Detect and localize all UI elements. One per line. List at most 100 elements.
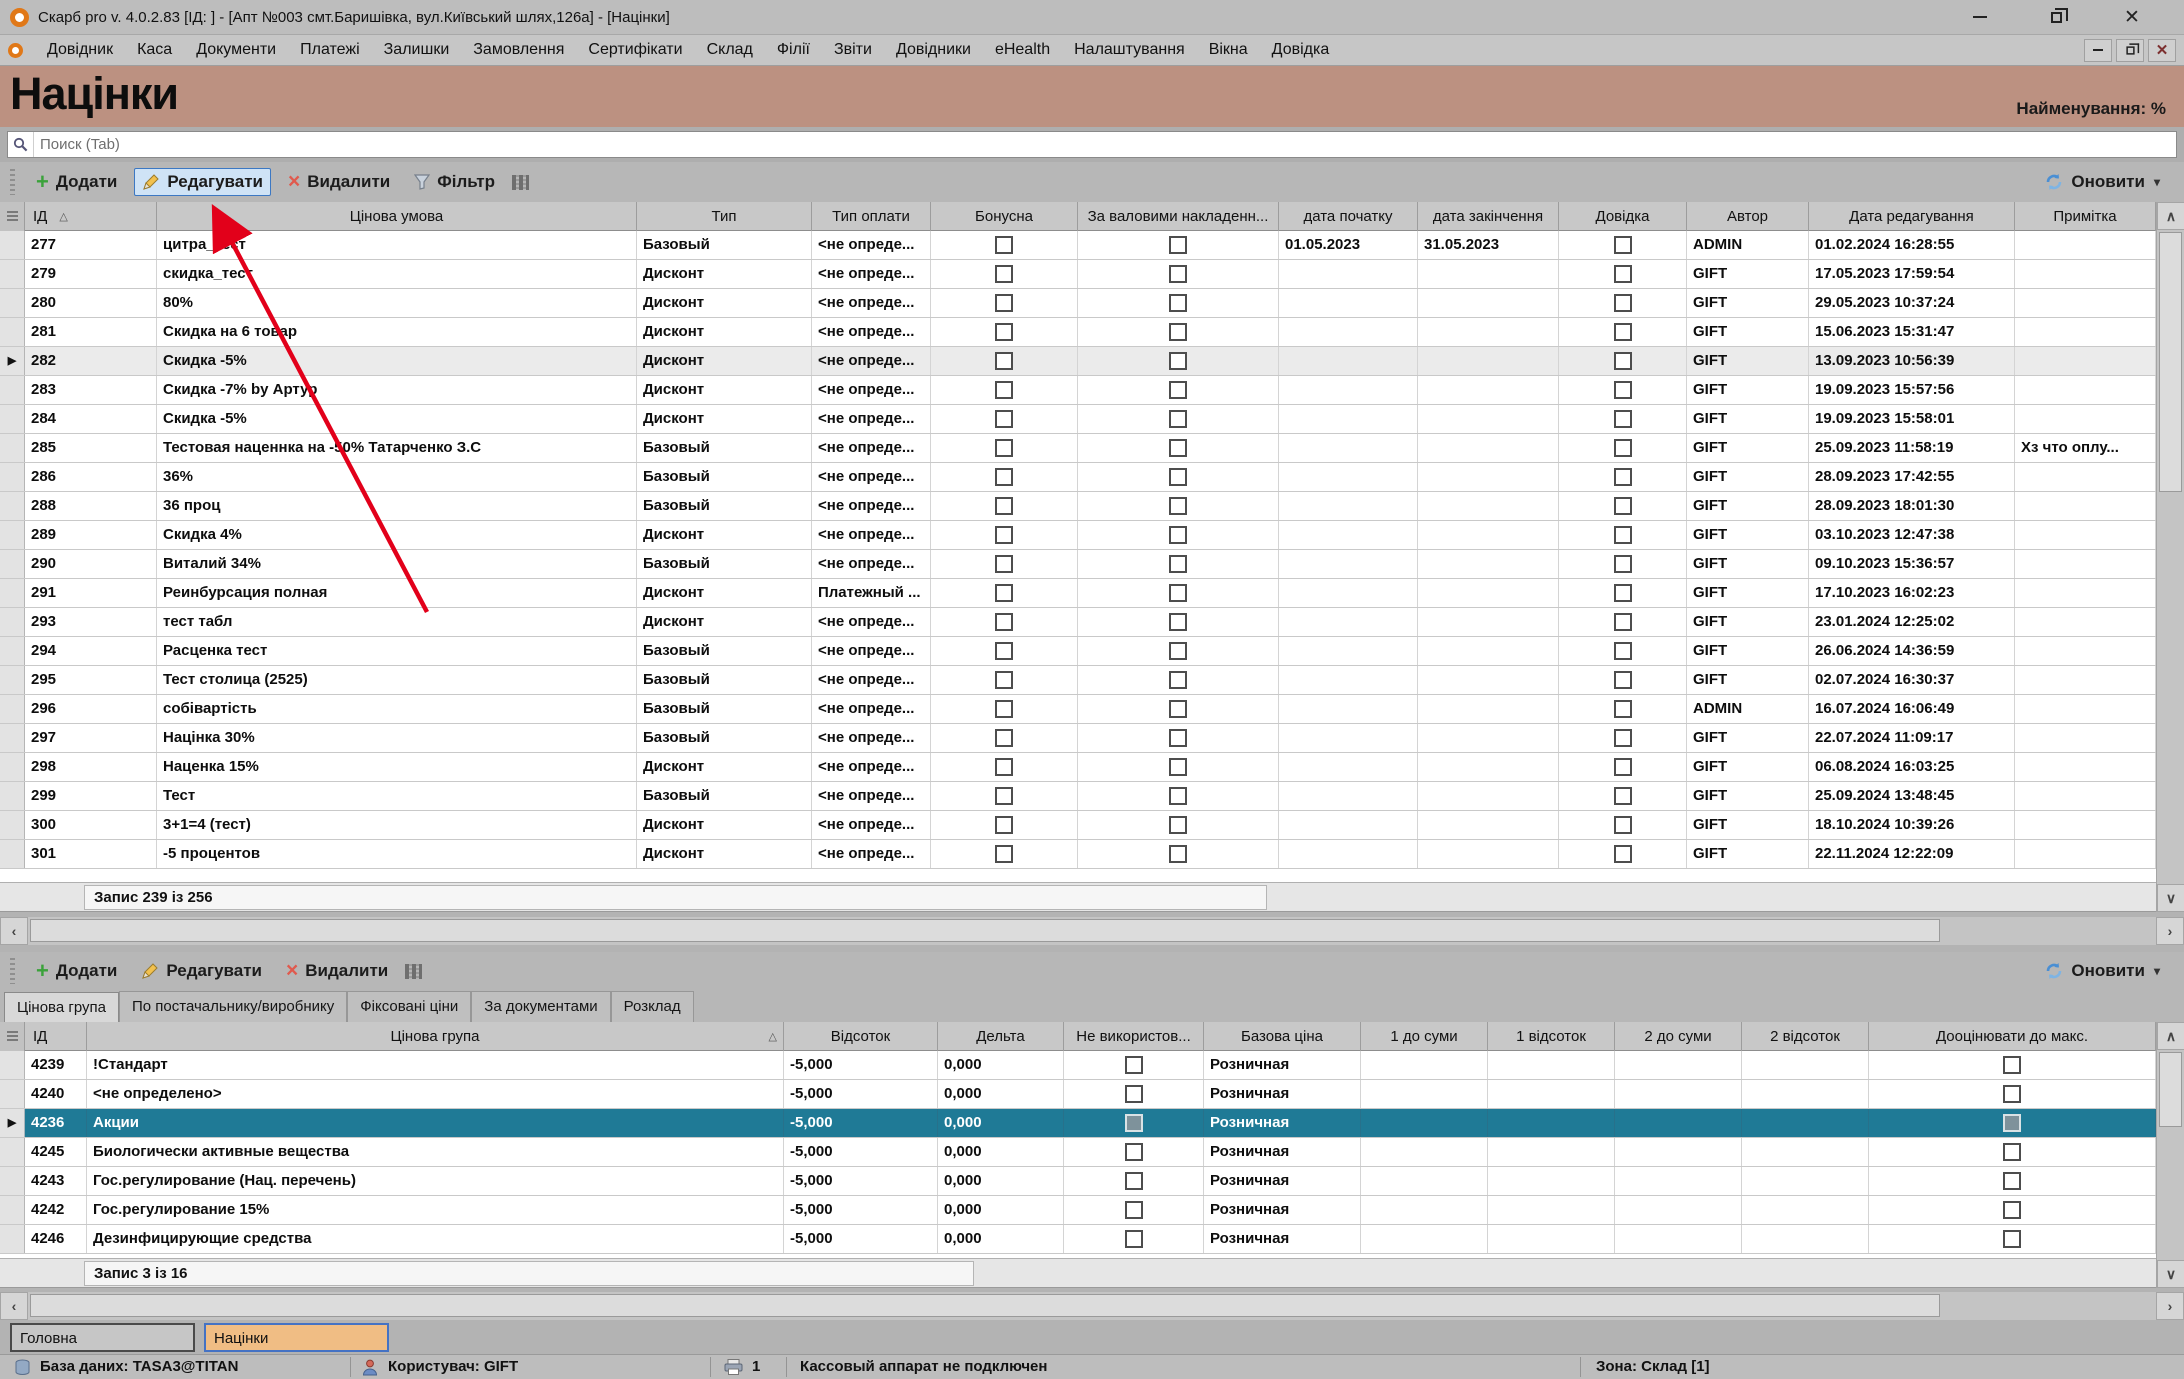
help-checkbox[interactable] — [1614, 787, 1632, 805]
table-row[interactable]: 297Націнка 30%Базовый<не опреде...GIFT22… — [0, 724, 2156, 753]
max-checkbox[interactable] — [2003, 1230, 2021, 1248]
column-header-sum1[interactable]: 1 до суми — [1361, 1022, 1488, 1051]
table-row[interactable]: 4246Дезинфицирующие средства-5,0000,000Р… — [0, 1225, 2156, 1254]
bonus-checkbox[interactable] — [995, 410, 1013, 428]
help-checkbox[interactable] — [1614, 352, 1632, 370]
gross-checkbox[interactable] — [1169, 294, 1187, 312]
bonus-checkbox[interactable] — [995, 816, 1013, 834]
close-button[interactable]: ✕ — [2120, 7, 2144, 27]
bonus-checkbox[interactable] — [995, 584, 1013, 602]
not_used-checkbox[interactable] — [1125, 1172, 1143, 1190]
table-row[interactable]: 294Расценка тестБазовый<не опреде...GIFT… — [0, 637, 2156, 666]
help-checkbox[interactable] — [1614, 671, 1632, 689]
menu-item[interactable]: eHealth — [983, 37, 1062, 63]
column-header-edited[interactable]: Дата редагування — [1809, 202, 2015, 231]
table-row[interactable]: 285Тестовая наценнка на -50% Татарченко … — [0, 434, 2156, 463]
minimize-button[interactable] — [1968, 7, 1992, 27]
menu-item[interactable]: Замовлення — [461, 37, 576, 63]
scroll-right-icon[interactable]: › — [2156, 917, 2184, 945]
gross-checkbox[interactable] — [1169, 642, 1187, 660]
bonus-checkbox[interactable] — [995, 265, 1013, 283]
gross-checkbox[interactable] — [1169, 468, 1187, 486]
menu-item[interactable]: Довідник — [35, 37, 125, 63]
max-checkbox[interactable] — [2003, 1201, 2021, 1219]
not_used-checkbox[interactable] — [1125, 1114, 1143, 1132]
help-checkbox[interactable] — [1614, 613, 1632, 631]
table-row[interactable]: 277цитра_тестБазовый<не опреде...01.05.2… — [0, 231, 2156, 260]
detail-delete-button[interactable]: × Видалити — [279, 958, 395, 984]
column-header-author[interactable]: Автор — [1687, 202, 1809, 231]
table-row[interactable]: 295Тест столица (2525)Базовый<не опреде.… — [0, 666, 2156, 695]
bonus-checkbox[interactable] — [995, 700, 1013, 718]
column-chooser-icon[interactable] — [512, 175, 529, 190]
tab-item[interactable]: За документами — [471, 991, 610, 1022]
table-row[interactable]: 279скидка_тестДисконт<не опреде...GIFT17… — [0, 260, 2156, 289]
menu-item[interactable]: Довідники — [884, 37, 983, 63]
table-row[interactable]: 4239!Стандарт-5,0000,000Розничная — [0, 1051, 2156, 1080]
bottom-vscroll-thumb[interactable] — [2159, 1052, 2182, 1127]
table-row[interactable]: 289Скидка 4%Дисконт<не опреде...GIFT03.1… — [0, 521, 2156, 550]
gross-checkbox[interactable] — [1169, 845, 1187, 863]
menu-item[interactable]: Сертифікати — [576, 37, 694, 63]
menu-item[interactable]: Залишки — [372, 37, 462, 63]
gross-checkbox[interactable] — [1169, 323, 1187, 341]
table-row[interactable]: 28636%Базовый<не опреде...GIFT28.09.2023… — [0, 463, 2156, 492]
not_used-checkbox[interactable] — [1125, 1056, 1143, 1074]
mdi-restore-button[interactable] — [2116, 39, 2144, 62]
bonus-checkbox[interactable] — [995, 352, 1013, 370]
scroll-up-icon[interactable]: ∧ — [2157, 1022, 2184, 1050]
table-row[interactable]: 28836 процБазовый<не опреде...GIFT28.09.… — [0, 492, 2156, 521]
column-header-pct2[interactable]: 2 відсоток — [1742, 1022, 1869, 1051]
bonus-checkbox[interactable] — [995, 236, 1013, 254]
table-row[interactable]: ▶282Скидка -5%Дисконт<не опреде...GIFT13… — [0, 347, 2156, 376]
bonus-checkbox[interactable] — [995, 555, 1013, 573]
table-row[interactable]: 293тест таблДисконт<не опреде...GIFT23.0… — [0, 608, 2156, 637]
top-horizontal-scrollbar[interactable]: ‹ › — [0, 917, 2184, 945]
max-checkbox[interactable] — [2003, 1172, 2021, 1190]
bonus-checkbox[interactable] — [995, 526, 1013, 544]
not_used-checkbox[interactable] — [1125, 1230, 1143, 1248]
gross-checkbox[interactable] — [1169, 555, 1187, 573]
top-vscroll-thumb[interactable] — [2159, 232, 2182, 492]
detail-edit-button[interactable]: Редагувати — [134, 958, 269, 984]
table-row[interactable]: 4243Гос.регулирование (Нац. перечень)-5,… — [0, 1167, 2156, 1196]
bonus-checkbox[interactable] — [995, 323, 1013, 341]
help-checkbox[interactable] — [1614, 526, 1632, 544]
table-row[interactable]: 4245Биологически активные вещества-5,000… — [0, 1138, 2156, 1167]
help-checkbox[interactable] — [1614, 323, 1632, 341]
help-checkbox[interactable] — [1614, 439, 1632, 457]
column-header-type[interactable]: Тип — [637, 202, 812, 231]
gross-checkbox[interactable] — [1169, 236, 1187, 254]
column-header-group[interactable]: Цінова група△ — [87, 1022, 784, 1051]
column-header-id[interactable]: ІД — [25, 1022, 87, 1051]
table-row[interactable]: 4242Гос.регулирование 15%-5,0000,000Розн… — [0, 1196, 2156, 1225]
column-header-pay[interactable]: Тип оплати — [812, 202, 931, 231]
menu-item[interactable]: Філії — [765, 37, 822, 63]
help-checkbox[interactable] — [1614, 758, 1632, 776]
add-button[interactable]: + Додати — [29, 169, 124, 195]
search-input[interactable]: Поиск (Tab) — [7, 131, 2177, 158]
scroll-right-icon[interactable]: › — [2156, 1292, 2184, 1320]
gross-checkbox[interactable] — [1169, 526, 1187, 544]
scroll-left-icon[interactable]: ‹ — [0, 1292, 28, 1320]
edit-button[interactable]: Редагувати — [134, 168, 271, 196]
help-checkbox[interactable] — [1614, 497, 1632, 515]
column-header-name[interactable]: Цінова умова — [157, 202, 637, 231]
restore-button[interactable] — [2044, 7, 2068, 27]
table-row[interactable]: 28080%Дисконт<не опреде...GIFT29.05.2023… — [0, 289, 2156, 318]
bonus-checkbox[interactable] — [995, 729, 1013, 747]
table-row[interactable]: 3003+1=4 (тест)Дисконт<не опреде...GIFT1… — [0, 811, 2156, 840]
bonus-checkbox[interactable] — [995, 439, 1013, 457]
top-vertical-scrollbar[interactable]: ∧ ∨ — [2156, 202, 2184, 912]
table-row[interactable]: 283Скидка -7% by АртурДисконт<не опреде.… — [0, 376, 2156, 405]
menu-item[interactable]: Налаштування — [1062, 37, 1197, 63]
bonus-checkbox[interactable] — [995, 642, 1013, 660]
gross-checkbox[interactable] — [1169, 758, 1187, 776]
scroll-down-icon[interactable]: ∨ — [2157, 1260, 2184, 1288]
help-checkbox[interactable] — [1614, 468, 1632, 486]
filter-button[interactable]: Фільтр — [407, 169, 502, 195]
table-row[interactable]: ▶4236Акции-5,0000,000Розничная — [0, 1109, 2156, 1138]
not_used-checkbox[interactable] — [1125, 1085, 1143, 1103]
bottom-horizontal-scrollbar[interactable]: ‹ › — [0, 1292, 2184, 1320]
column-header-not_used[interactable]: Не використов... — [1064, 1022, 1204, 1051]
